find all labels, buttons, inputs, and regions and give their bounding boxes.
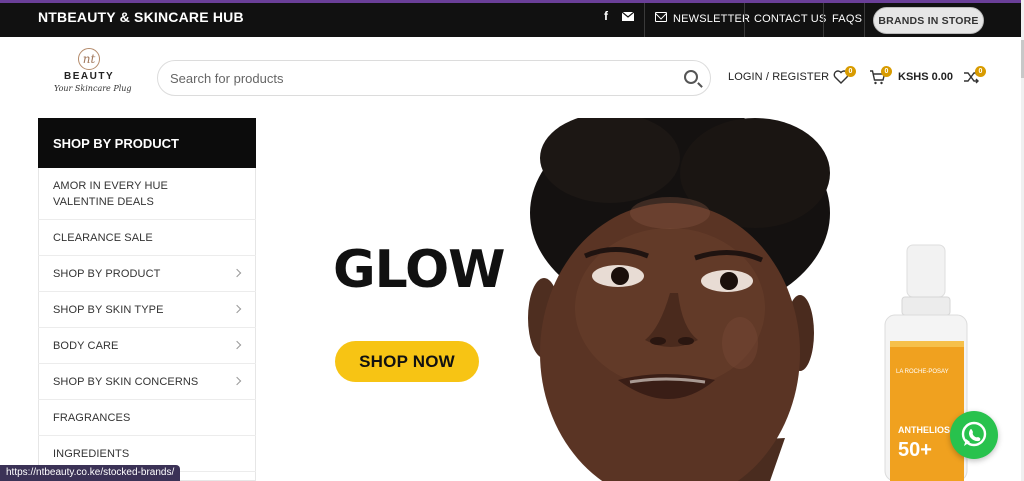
social-links: f — [600, 9, 634, 23]
chevron-right-icon — [232, 304, 242, 313]
hero-title: GLOW — [333, 240, 506, 300]
sidebar-item-valentine-deals[interactable]: AMOR IN EVERY HUE VALENTINE DEALS — [38, 168, 256, 220]
search-icon[interactable] — [684, 70, 698, 84]
whatsapp-chat-button[interactable] — [950, 411, 998, 459]
sidebar-item-clearance-sale[interactable]: CLEARANCE SALE — [38, 220, 256, 256]
mail-icon[interactable] — [622, 9, 634, 23]
sidebar-item-skin-concerns[interactable]: SHOP BY SKIN CONCERNS — [38, 364, 256, 400]
sidebar-item-label: AMOR IN EVERY HUE VALENTINE DEALS — [53, 179, 168, 208]
facebook-icon[interactable]: f — [600, 9, 612, 23]
sidebar-item-shop-by-product[interactable]: SHOP BY PRODUCT — [38, 256, 256, 292]
login-register-link[interactable]: LOGIN / REGISTER — [728, 71, 829, 83]
newsletter-icon — [655, 12, 667, 22]
divider — [644, 3, 645, 37]
sidebar-item-label: SHOP BY PRODUCT — [53, 267, 161, 280]
whatsapp-icon — [961, 421, 987, 447]
product-spf-text: 50+ — [898, 439, 932, 461]
contact-us-link[interactable]: CONTACT US — [754, 13, 827, 25]
cart-count-badge: 0 — [881, 66, 892, 77]
site-logo[interactable]: nt BEAUTY Your Skincare Plug — [50, 46, 132, 100]
sidebar-item-body-care[interactable]: BODY CARE — [38, 328, 256, 364]
divider — [744, 3, 745, 37]
sidebar-title: SHOP BY PRODUCT — [38, 118, 256, 168]
sidebar-item-label: CLEARANCE SALE — [53, 231, 153, 244]
cart-total[interactable]: KSHS 0.00 — [898, 71, 953, 83]
status-bar-url: https://ntbeauty.co.ke/stocked-brands/ — [0, 465, 181, 481]
brands-in-store-button[interactable]: BRANDS IN STORE — [873, 7, 984, 34]
compare-count-badge: 0 — [975, 66, 986, 77]
sidebar-item-fragrances[interactable]: FRAGRANCES — [38, 400, 256, 436]
chevron-right-icon — [232, 268, 242, 277]
brand-name[interactable]: NTBEAUTY & SKINCARE HUB — [38, 9, 244, 25]
sidebar-item-shop-by-skin-type[interactable]: SHOP BY SKIN TYPE — [38, 292, 256, 328]
logo-tagline: Your Skincare Plug — [54, 84, 132, 93]
product-brand-text: LA ROCHE-POSAY — [896, 369, 949, 375]
sidebar-item-label: INGREDIENTS — [53, 447, 130, 460]
search-input[interactable] — [170, 69, 650, 87]
product-name-text: ANTHELIOS — [898, 425, 950, 435]
divider — [823, 3, 824, 37]
faqs-link[interactable]: FAQS — [832, 13, 862, 25]
sidebar-item-label: BODY CARE — [53, 339, 119, 352]
divider — [864, 3, 865, 37]
logo-wordmark: BEAUTY — [64, 71, 115, 82]
chevron-right-icon — [232, 340, 242, 349]
search-bar — [157, 60, 711, 96]
logo-mark: nt — [78, 48, 100, 70]
sidebar-item-label: SHOP BY SKIN CONCERNS — [53, 375, 199, 388]
chevron-right-icon — [232, 376, 242, 385]
newsletter-link[interactable]: NEWSLETTER — [673, 13, 750, 25]
shop-now-button[interactable]: SHOP NOW — [335, 341, 479, 382]
wishlist-count-badge: 0 — [845, 66, 856, 77]
sidebar-item-label: SHOP BY SKIN TYPE — [53, 303, 164, 316]
sidebar-item-label: FRAGRANCES — [53, 411, 131, 424]
